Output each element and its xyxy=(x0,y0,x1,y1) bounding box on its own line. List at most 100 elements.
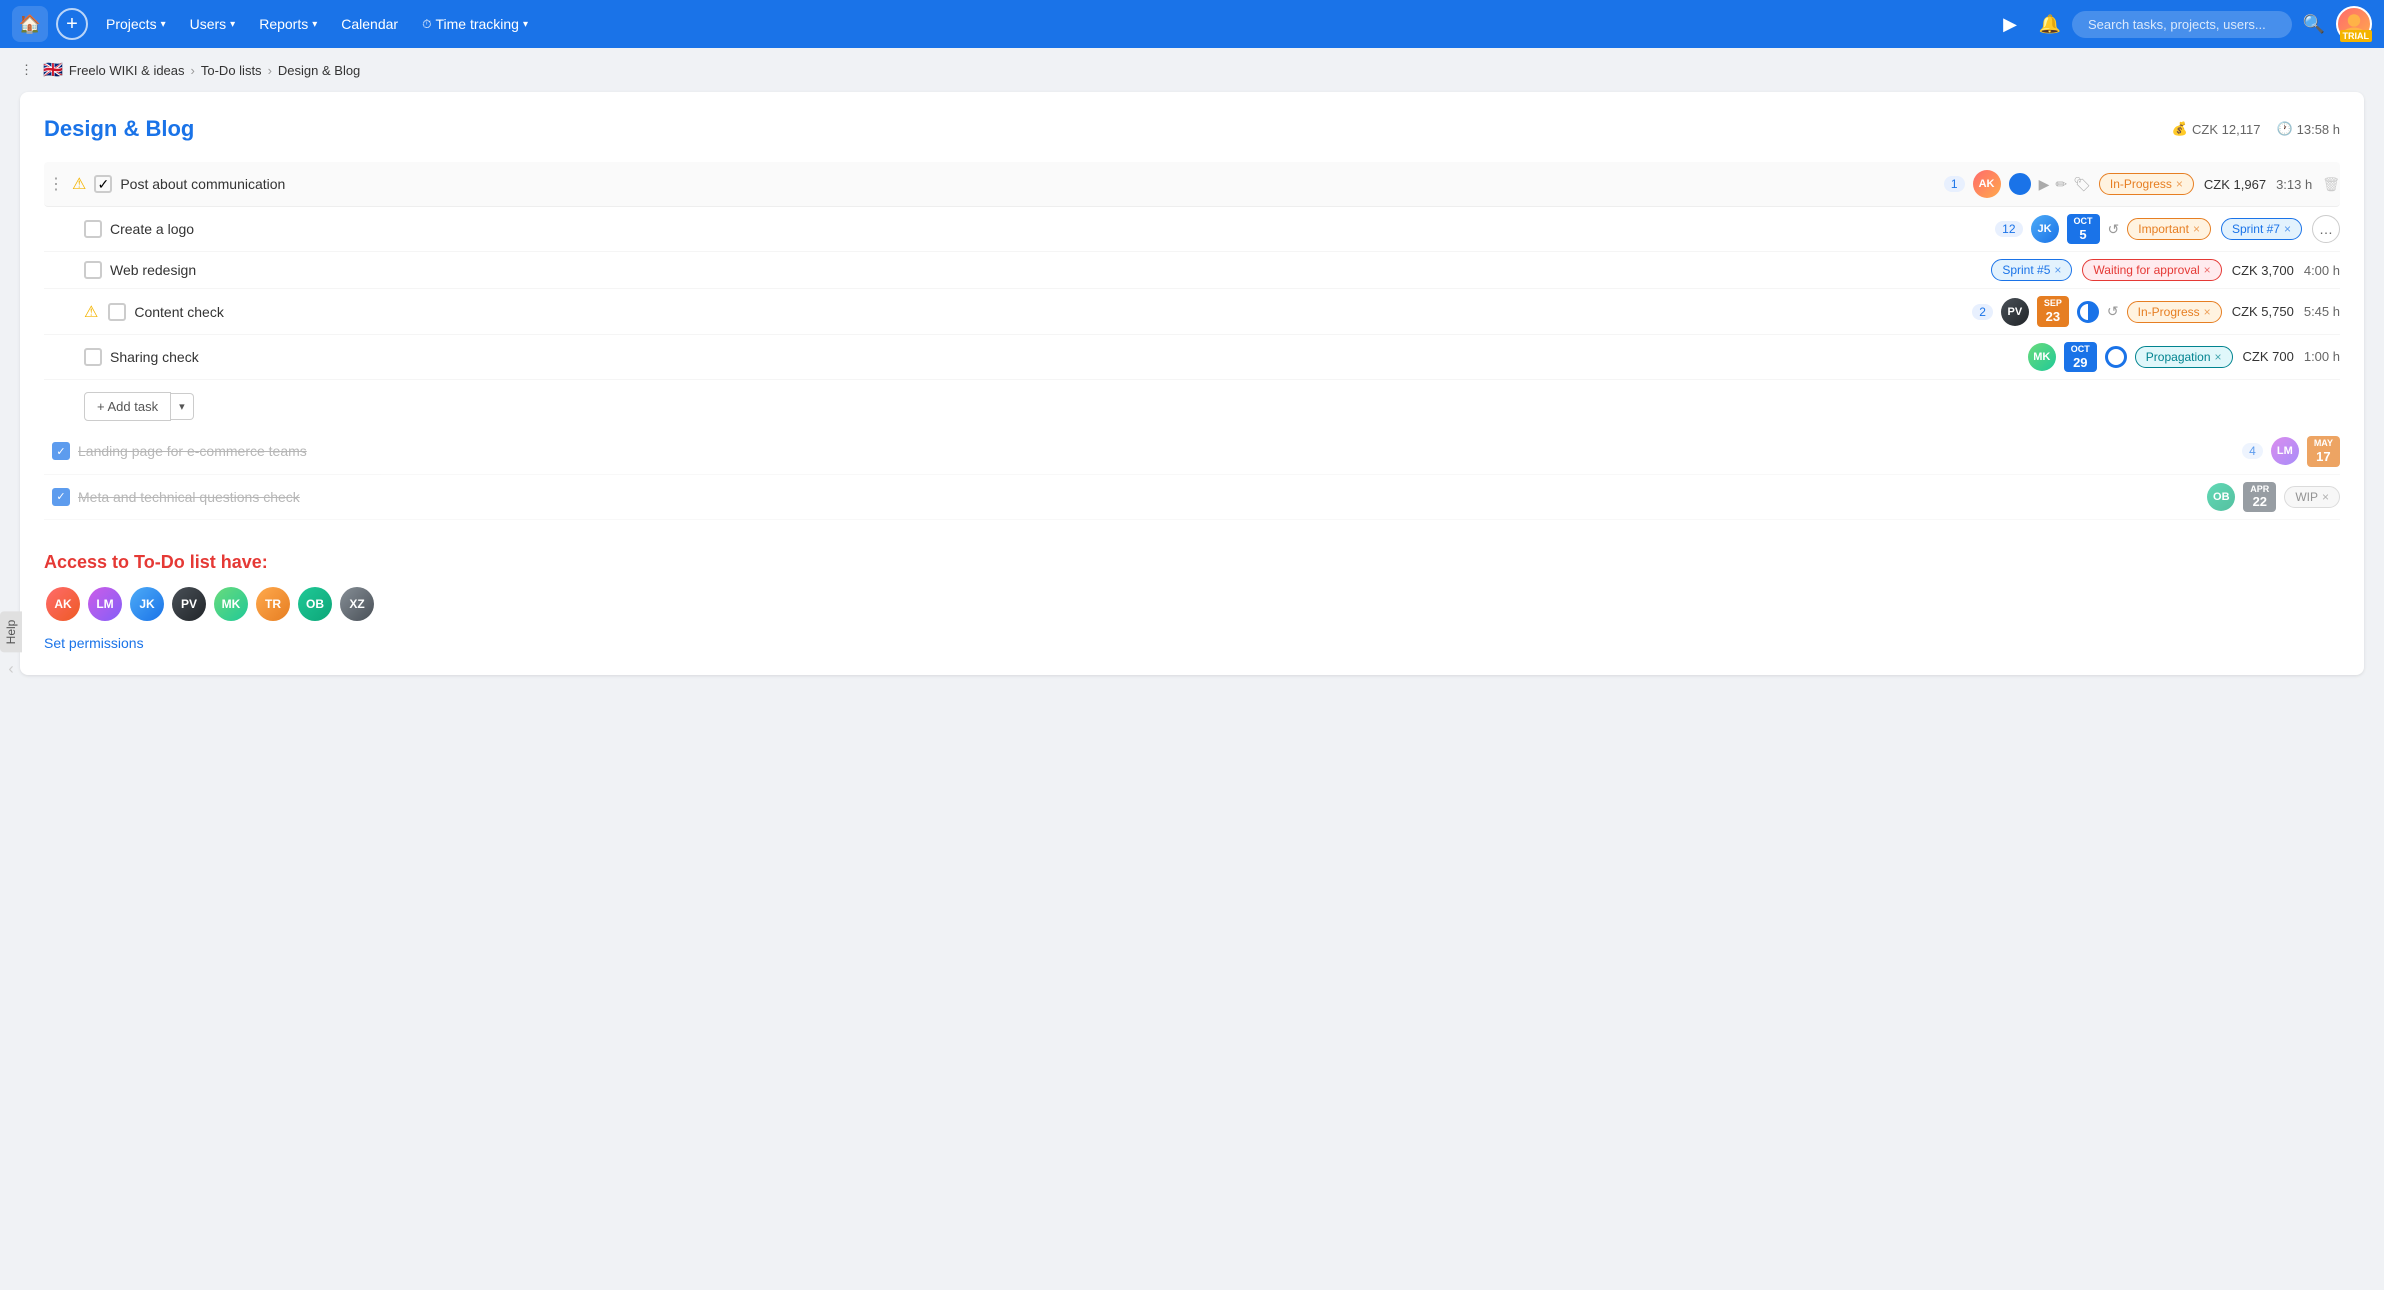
chevron-icon: ▾ xyxy=(312,19,317,30)
access-avatar[interactable]: MK xyxy=(212,585,250,623)
task-row: Sharing check MK Oct 29 Propagation × CZ… xyxy=(44,335,2340,380)
access-avatar[interactable]: XZ xyxy=(338,585,376,623)
task-avatar[interactable]: MK xyxy=(2028,343,2056,371)
task-tag-important[interactable]: Important × xyxy=(2127,218,2211,240)
section-comment-count[interactable]: 1 xyxy=(1944,176,1965,192)
access-title: Access to To-Do list have: xyxy=(44,552,2340,573)
task-comment-count[interactable]: 2 xyxy=(1972,304,1993,320)
date-badge[interactable]: May 17 xyxy=(2307,436,2340,466)
task-tag-propagation[interactable]: Propagation × xyxy=(2135,346,2233,368)
section-avatar[interactable]: AK xyxy=(1973,170,2001,198)
nav-calendar[interactable]: Calendar xyxy=(331,10,408,38)
access-section: Access to To-Do list have: AK LM JK PV M… xyxy=(44,552,2340,651)
page-header: Design & Blog 💰 CZK 12,117 🕐 13:58 h xyxy=(44,116,2340,142)
section-drag-handle[interactable]: ⋮ xyxy=(48,174,64,194)
nav-projects[interactable]: Projects ▾ xyxy=(96,10,176,38)
access-avatar[interactable]: JK xyxy=(128,585,166,623)
task-right: Propagation × CZK 700 1:00 h xyxy=(2135,346,2340,368)
task-avatar[interactable]: OB xyxy=(2207,483,2235,511)
warning-icon: ⚠ xyxy=(84,302,98,322)
section-tag[interactable]: In-Progress × xyxy=(2099,173,2194,195)
completed-task-row: ✓ Meta and technical questions check OB … xyxy=(44,475,2340,520)
search-input[interactable] xyxy=(2072,11,2292,38)
task-checkbox[interactable]: ✓ xyxy=(52,442,70,460)
task-checkbox[interactable] xyxy=(84,220,102,238)
task-checkbox[interactable] xyxy=(84,261,102,279)
nav-time-tracking[interactable]: ⏱ Time tracking ▾ xyxy=(412,10,538,38)
task-price: CZK 3,700 xyxy=(2232,263,2294,278)
task-tag-sprint5[interactable]: Sprint #5 × xyxy=(1991,259,2072,281)
task-right: Important × Sprint #7 × … xyxy=(2127,215,2340,243)
access-avatar[interactable]: OB xyxy=(296,585,334,623)
task-avatar[interactable]: JK xyxy=(2031,215,2059,243)
add-task-dropdown[interactable]: ▾ xyxy=(171,393,194,420)
notifications-button[interactable]: 🔔 xyxy=(2032,6,2068,42)
breadcrumb-project[interactable]: Freelo WIKI & ideas xyxy=(69,63,185,78)
task-tag-sprint7[interactable]: Sprint #7 × xyxy=(2221,218,2302,240)
nav-users[interactable]: Users ▾ xyxy=(180,10,246,38)
edit-icon[interactable]: ✏ xyxy=(2055,176,2067,193)
task-name[interactable]: Create a logo xyxy=(110,221,1987,237)
task-comment-count[interactable]: 12 xyxy=(1995,221,2022,237)
search-button[interactable]: 🔍 xyxy=(2296,6,2332,42)
help-tab[interactable]: Help xyxy=(0,612,22,653)
task-row: Create a logo 12 JK Oct 5 ↺ Important × … xyxy=(44,207,2340,252)
breadcrumb-dots[interactable]: ⋮ xyxy=(20,62,33,78)
task-name[interactable]: Meta and technical questions check xyxy=(78,489,2199,505)
play-icon[interactable]: ▶ xyxy=(2039,176,2050,193)
progress-circle[interactable] xyxy=(2105,346,2127,368)
task-row: ⚠ Content check 2 PV Sep 23 ↺ In-Progres… xyxy=(44,289,2340,334)
set-permissions-link[interactable]: Set permissions xyxy=(44,635,144,651)
task-name[interactable]: Sharing check xyxy=(110,349,2020,365)
access-avatar[interactable]: TR xyxy=(254,585,292,623)
task-time: 5:45 h xyxy=(2304,304,2340,319)
task-name[interactable]: Landing page for e-commerce teams xyxy=(78,443,2234,459)
section-right: In-Progress × CZK 1,967 3:13 h 🗑 xyxy=(2099,173,2340,195)
task-right: WIP × xyxy=(2284,486,2340,508)
user-avatar[interactable]: TRIAL xyxy=(2336,6,2372,42)
section-progress[interactable] xyxy=(2009,173,2031,195)
section-price: CZK 1,967 xyxy=(2204,177,2266,192)
section-name[interactable]: Post about communication xyxy=(120,176,1936,192)
task-name[interactable]: Content check xyxy=(134,304,1964,320)
task-avatar[interactable]: LM xyxy=(2271,437,2299,465)
refresh-icon[interactable]: ↺ xyxy=(2108,221,2120,238)
date-badge[interactable]: Oct 5 xyxy=(2067,214,2100,244)
task-time: 4:00 h xyxy=(2304,263,2340,278)
access-avatar[interactable]: PV xyxy=(170,585,208,623)
nav-reports[interactable]: Reports ▾ xyxy=(249,10,327,38)
access-avatar[interactable]: AK xyxy=(44,585,82,623)
task-time: 1:00 h xyxy=(2304,349,2340,364)
access-avatar[interactable]: LM xyxy=(86,585,124,623)
task-tag-waiting[interactable]: Waiting for approval × xyxy=(2082,259,2221,281)
add-button[interactable]: + xyxy=(56,8,88,40)
task-tag-inprogress[interactable]: In-Progress × xyxy=(2127,301,2222,323)
section-checkbox[interactable]: ✓ xyxy=(94,175,112,193)
tag-icon[interactable]: 🏷 xyxy=(2073,176,2091,193)
task-checkbox[interactable]: ✓ xyxy=(52,488,70,506)
task-checkbox[interactable] xyxy=(108,303,126,321)
progress-circle[interactable] xyxy=(2077,301,2099,323)
chevron-icon: ▾ xyxy=(523,19,528,30)
breadcrumb-list[interactable]: To-Do lists xyxy=(201,63,262,78)
refresh-icon[interactable]: ↺ xyxy=(2107,303,2119,320)
task-comment-count[interactable]: 4 xyxy=(2242,443,2263,459)
task-avatar[interactable]: PV xyxy=(2001,298,2029,326)
home-button[interactable]: 🏠 xyxy=(12,6,48,42)
task-name[interactable]: Web redesign xyxy=(110,262,1983,278)
page-title: Design & Blog xyxy=(44,116,194,142)
date-badge[interactable]: Oct 29 xyxy=(2064,342,2097,372)
date-badge[interactable]: Apr 22 xyxy=(2243,482,2276,512)
section-delete[interactable]: 🗑 xyxy=(2322,176,2340,193)
task-tag-wip[interactable]: WIP × xyxy=(2284,486,2340,508)
breadcrumb: ⋮ 🇬🇧 Freelo WIKI & ideas › To-Do lists ›… xyxy=(0,48,2384,92)
play-button[interactable]: ▶ xyxy=(1992,6,2028,42)
task-right: In-Progress × CZK 5,750 5:45 h xyxy=(2127,301,2340,323)
collapse-arrow[interactable]: ‹ xyxy=(8,660,13,678)
date-badge[interactable]: Sep 23 xyxy=(2037,296,2069,326)
more-button[interactable]: … xyxy=(2312,215,2340,243)
add-task-button[interactable]: + Add task xyxy=(84,392,171,421)
task-checkbox[interactable] xyxy=(84,348,102,366)
warning-icon: ⚠ xyxy=(72,174,86,194)
trial-badge: TRIAL xyxy=(2340,30,2373,42)
